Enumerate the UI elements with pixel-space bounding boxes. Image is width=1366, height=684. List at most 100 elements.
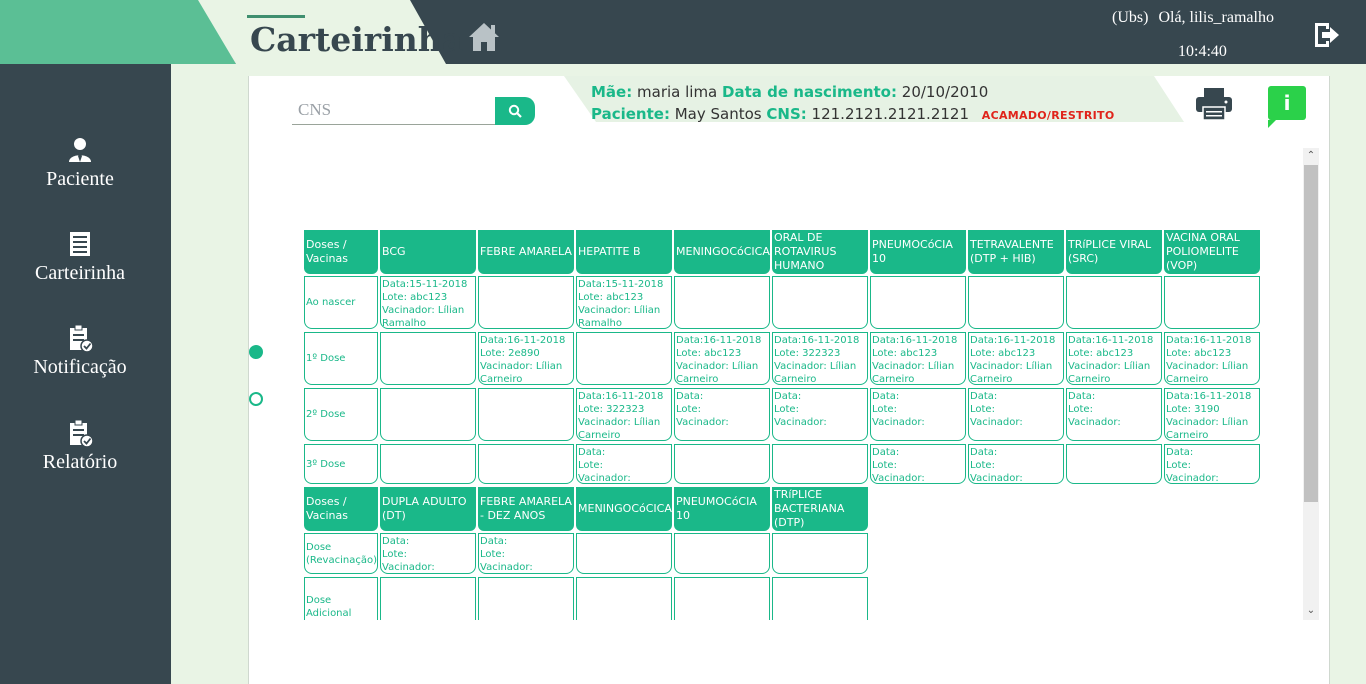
dose-cell[interactable] <box>772 577 868 620</box>
cns-search-input[interactable] <box>292 95 496 125</box>
dose-cell[interactable]: Data:16-11-2018 Lote: 3190 Vacinador: Lí… <box>1164 388 1260 441</box>
dose-cell[interactable] <box>478 388 574 441</box>
dose-cell[interactable]: Data: Lote: Vacinador: <box>870 444 966 484</box>
scroll-up-arrow[interactable]: ⌃ <box>1303 148 1319 164</box>
sidebar-item-paciente[interactable]: Paciente <box>0 136 160 191</box>
dose-cell[interactable]: Data:16-11-2018 Lote: abc123 Vacinador: … <box>674 332 770 385</box>
vaccine-column-header: HEPATITE B <box>576 230 672 274</box>
dose-cell[interactable] <box>380 444 476 484</box>
patient-label: Paciente: <box>591 105 670 123</box>
ubs-label: (Ubs) <box>1112 9 1149 26</box>
dose-cell[interactable]: Data: Lote: Vacinador: <box>576 444 672 484</box>
dose-row-label: Dose Adicional <box>304 577 378 620</box>
dose-cell[interactable] <box>674 444 770 484</box>
clock: 10:4:40 <box>1178 43 1227 60</box>
dose-cell[interactable]: Data: Lote: Vacinador: <box>1066 388 1162 441</box>
vaccine-column-header: FEBRE AMARELA <box>478 230 574 274</box>
dose-cell[interactable]: Data:16-11-2018 Lote: 322323 Vacinador: … <box>772 332 868 385</box>
cns-label: CNS: <box>766 105 807 123</box>
dose-cell[interactable] <box>1164 276 1260 329</box>
table-corner-header: Doses / Vacinas <box>304 230 378 274</box>
dose-cell[interactable] <box>380 332 476 385</box>
dose-cell[interactable] <box>772 533 868 574</box>
dose-cell[interactable] <box>576 577 672 620</box>
scrollbar-thumb[interactable] <box>1304 165 1318 502</box>
clipboard-check-icon <box>70 324 93 352</box>
dose-cell[interactable]: Data: Lote: Vacinador: <box>968 444 1064 484</box>
status-badge: ACAMADO/RESTRITO <box>981 109 1115 122</box>
search-icon <box>508 104 522 118</box>
mother-info: Mãe: maria lima Data de nascimento: 20/1… <box>591 83 988 101</box>
vaccine-column-header: TRíPLICE VIRAL (SRC) <box>1066 230 1162 274</box>
sidebar-item-label: Paciente <box>46 168 114 190</box>
vaccine-column-header: MENINGOCóCICA <box>674 230 770 274</box>
vaccine-column-header: MENINGOCóCICA <box>576 487 672 531</box>
dose-cell[interactable]: Data:16-11-2018 Lote: abc123 Vacinador: … <box>968 332 1064 385</box>
dose-cell[interactable]: Data:16-11-2018 Lote: abc123 Vacinador: … <box>1164 332 1260 385</box>
dose-row-label: 1º Dose <box>304 332 378 385</box>
dose-cell[interactable] <box>674 276 770 329</box>
dose-cell[interactable]: Data:16-11-2018 Lote: abc123 Vacinador: … <box>870 332 966 385</box>
dose-cell[interactable] <box>478 577 574 620</box>
dose-cell[interactable] <box>380 388 476 441</box>
dose-cell[interactable] <box>380 577 476 620</box>
sidebar-item-notificacao[interactable]: Notificação <box>0 324 160 379</box>
dose-cell[interactable]: Data: Lote: Vacinador: <box>772 388 868 441</box>
sidebar-item-label: Relatório <box>42 451 118 473</box>
patient-name: May Santos <box>674 105 762 123</box>
vaccine-column-header: PNEUMOCóCIA 10 <box>674 487 770 531</box>
vaccine-column-header: BCG <box>380 230 476 274</box>
dose-cell[interactable]: Data:15-11-2018 Lote: abc123 Vacinador: … <box>576 276 672 329</box>
page-radio-1[interactable] <box>249 345 263 359</box>
printer-icon[interactable] <box>1194 87 1234 121</box>
sidebar-item-label: Notificação <box>33 356 127 378</box>
dose-cell[interactable]: Data: Lote: Vacinador: <box>968 388 1064 441</box>
info-button[interactable]: i <box>1268 86 1306 128</box>
sidebar-item-carteirinha[interactable]: Carteirinha <box>0 230 160 285</box>
birth-label: Data de nascimento: <box>722 83 897 101</box>
dose-cell[interactable] <box>772 276 868 329</box>
dose-cell[interactable] <box>1066 444 1162 484</box>
dose-cell[interactable]: Data: Lote: Vacinador: <box>380 533 476 574</box>
vaccine-column-header: TRíPLICE BACTERIANA (DTP) <box>772 487 868 531</box>
dose-cell[interactable]: Data:15-11-2018 Lote: abc123 Vacinador: … <box>380 276 476 329</box>
dose-cell[interactable]: Data: Lote: Vacinador: <box>674 388 770 441</box>
table-corner-header: Doses / Vacinas <box>304 487 378 531</box>
sidebar-item-relatorio[interactable]: Relatório <box>0 419 160 474</box>
home-icon[interactable] <box>468 22 500 52</box>
scroll-down-arrow[interactable]: ⌄ <box>1303 603 1319 619</box>
dose-cell[interactable]: Data:16-11-2018 Lote: 322323 Vacinador: … <box>576 388 672 441</box>
page-title: Carteirinha <box>250 20 464 59</box>
greeting: Olá, lilis_ramalho <box>1158 9 1274 26</box>
dose-cell[interactable] <box>478 276 574 329</box>
vaccine-column-header: DUPLA ADULTO (DT) <box>380 487 476 531</box>
logout-icon[interactable] <box>1311 20 1341 50</box>
card-list-icon <box>70 232 90 256</box>
patient-info: Paciente: May Santos CNS: 121.2121.2121.… <box>591 105 1114 123</box>
dose-cell[interactable] <box>772 444 868 484</box>
sidebar-item-label: Carteirinha <box>35 262 125 284</box>
mother-name: maria lima <box>637 83 718 101</box>
vaccine-column-header: VACINA ORAL POLIOMELITE (VOP) <box>1164 230 1260 274</box>
dose-row-label: 2º Dose <box>304 388 378 441</box>
dose-cell[interactable] <box>576 533 672 574</box>
dose-cell[interactable] <box>674 533 770 574</box>
dose-cell[interactable]: Data: Lote: Vacinador: <box>870 388 966 441</box>
dose-cell[interactable]: Data:16-11-2018 Lote: 2e890 Vacinador: L… <box>478 332 574 385</box>
clipboard-check-icon <box>70 419 93 447</box>
user-icon <box>69 138 91 162</box>
page-radio-2[interactable] <box>249 392 263 406</box>
dose-cell[interactable] <box>1066 276 1162 329</box>
dose-row-label: Ao nascer <box>304 276 378 329</box>
dose-cell[interactable] <box>870 276 966 329</box>
dose-cell[interactable] <box>674 577 770 620</box>
dose-cell[interactable]: Data: Lote: Vacinador: <box>1164 444 1260 484</box>
search-button[interactable] <box>495 97 535 125</box>
dose-cell[interactable] <box>968 276 1064 329</box>
dose-cell[interactable]: Data:16-11-2018 Lote: abc123 Vacinador: … <box>1066 332 1162 385</box>
dose-cell[interactable]: Data: Lote: Vacinador: <box>478 533 574 574</box>
user-info: (Ubs) Olá, lilis_ramalho <box>1112 9 1284 27</box>
cns-value: 121.2121.2121.2121 <box>811 105 970 123</box>
dose-cell[interactable] <box>576 332 672 385</box>
dose-cell[interactable] <box>478 444 574 484</box>
